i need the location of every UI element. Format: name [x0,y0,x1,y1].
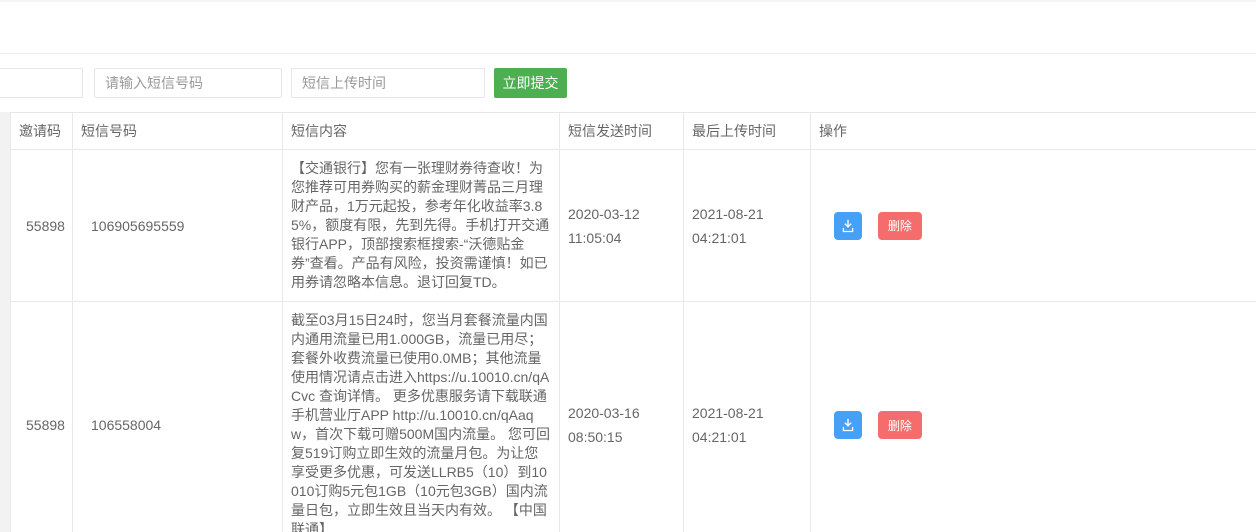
sms-number-cell: 106558004 [73,302,283,532]
sms-number-input[interactable] [94,68,282,98]
sms-table-container: 邀请码 短信号码 短信内容 短信发送时间 最后上传时间 操作 55898 106… [0,112,1256,532]
invite-code-input[interactable] [0,68,83,98]
invite-code-cell: 55898 [11,150,73,302]
action-cell: 删除 [811,150,1256,302]
upload-clock: 04:21:01 [692,226,802,250]
filter-bar: 立即提交 [0,54,1256,112]
sms-content-text: 【交通银行】您有一张理财券待查收！为您推荐可用券购买的薪金理财菁品三月理财产品，… [291,159,551,292]
upload-date: 2021-08-21 [692,202,802,226]
action-cell: 删除 [811,302,1256,532]
upload-time-cell: 2021-08-21 04:21:01 [684,150,811,302]
send-clock: 11:05:04 [568,226,675,250]
col-header-send-time: 短信发送时间 [560,113,684,150]
sms-content-cell: 【交通银行】您有一张理财券待查收！为您推荐可用券购买的薪金理财菁品三月理财产品，… [283,150,560,302]
table-row: 55898 106905695559 【交通银行】您有一张理财券待查收！为您推荐… [11,150,1256,302]
submit-button[interactable]: 立即提交 [494,68,567,98]
send-date: 2020-03-16 [568,401,675,425]
delete-button[interactable]: 删除 [878,212,922,240]
download-icon [841,418,855,432]
table-row: 55898 106558004 截至03月15日24时，您当月套餐流量内国内通用… [11,302,1256,532]
col-header-sms-number: 短信号码 [73,113,283,150]
invite-code-cell: 55898 [11,302,73,532]
upload-date: 2021-08-21 [692,401,802,425]
upload-time-cell: 2021-08-21 04:21:01 [684,302,811,532]
send-clock: 08:50:15 [568,425,675,449]
send-date: 2020-03-12 [568,202,675,226]
col-header-upload-time: 最后上传时间 [684,113,811,150]
col-header-sms-content: 短信内容 [283,113,560,150]
send-time-cell: 2020-03-12 11:05:04 [560,150,684,302]
delete-button[interactable]: 删除 [878,411,922,439]
col-header-invite-code: 邀请码 [11,113,73,150]
col-header-actions: 操作 [811,113,1256,150]
table-header-row: 邀请码 短信号码 短信内容 短信发送时间 最后上传时间 操作 [11,113,1256,150]
download-icon [841,219,855,233]
top-header-bar [0,0,1256,54]
sms-number-cell: 106905695559 [73,150,283,302]
sms-upload-time-input[interactable] [291,68,485,98]
sms-content-cell: 截至03月15日24时，您当月套餐流量内国内通用流量已用1.000GB，流量已用… [283,302,560,532]
sms-content-text: 截至03月15日24时，您当月套餐流量内国内通用流量已用1.000GB，流量已用… [291,311,551,532]
sms-table: 邀请码 短信号码 短信内容 短信发送时间 最后上传时间 操作 55898 106… [10,112,1256,532]
upload-clock: 04:21:01 [692,425,802,449]
download-button[interactable] [834,411,862,439]
download-button[interactable] [834,212,862,240]
send-time-cell: 2020-03-16 08:50:15 [560,302,684,532]
